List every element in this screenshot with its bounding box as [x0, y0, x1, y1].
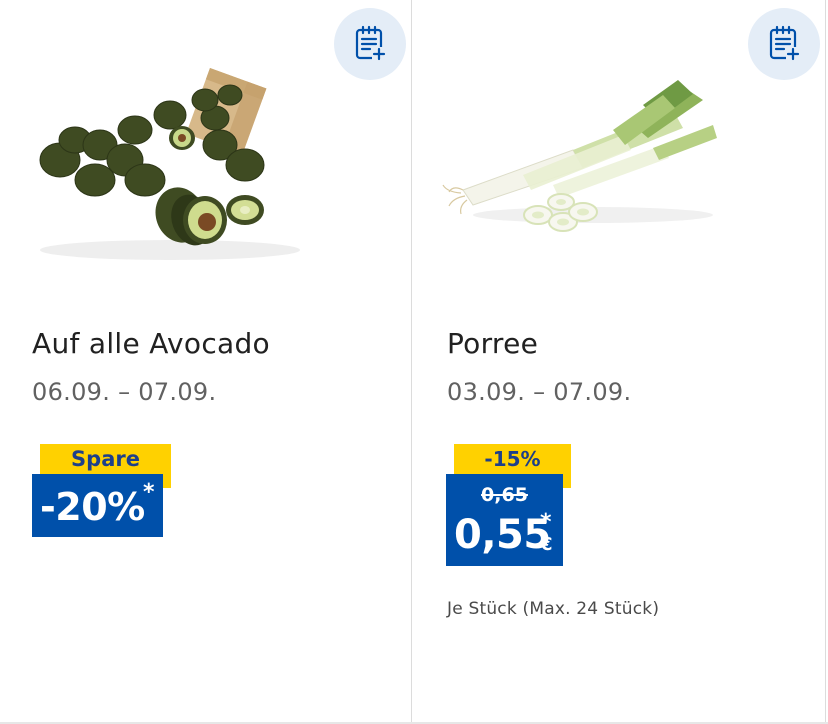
currency-symbol: €	[540, 534, 553, 555]
product-title[interactable]: Porree	[447, 327, 538, 360]
product-card-avocado[interactable]: Auf alle Avocado 06.09. – 07.09. Spare -…	[0, 0, 412, 722]
current-price: 0,55	[454, 512, 551, 558]
product-card-porree[interactable]: Porree 03.09. – 07.09. -15% 0,65 0,55 * …	[413, 0, 826, 722]
old-price: 0,65	[481, 484, 528, 506]
unit-info: Je Stück (Max. 24 Stück)	[447, 599, 660, 619]
offer-dates: 03.09. – 07.09.	[447, 378, 632, 406]
offer-dates: 06.09. – 07.09.	[32, 378, 217, 406]
add-to-shopping-list-button[interactable]	[334, 8, 406, 80]
product-image-leek[interactable]	[433, 50, 733, 270]
add-to-shopping-list-button[interactable]	[748, 8, 820, 80]
product-title[interactable]: Auf alle Avocado	[32, 327, 270, 360]
list-add-icon	[355, 25, 386, 61]
discount-badge: -20% *	[32, 474, 163, 537]
list-add-icon	[769, 25, 800, 61]
product-grid: Auf alle Avocado 06.09. – 07.09. Spare -…	[0, 0, 828, 724]
discount-value: -20%	[40, 485, 145, 529]
price-badge: 0,65 0,55 * €	[446, 474, 563, 566]
product-image-avocado[interactable]	[20, 50, 320, 270]
footnote-star: *	[540, 510, 552, 535]
footnote-star: *	[143, 480, 155, 505]
